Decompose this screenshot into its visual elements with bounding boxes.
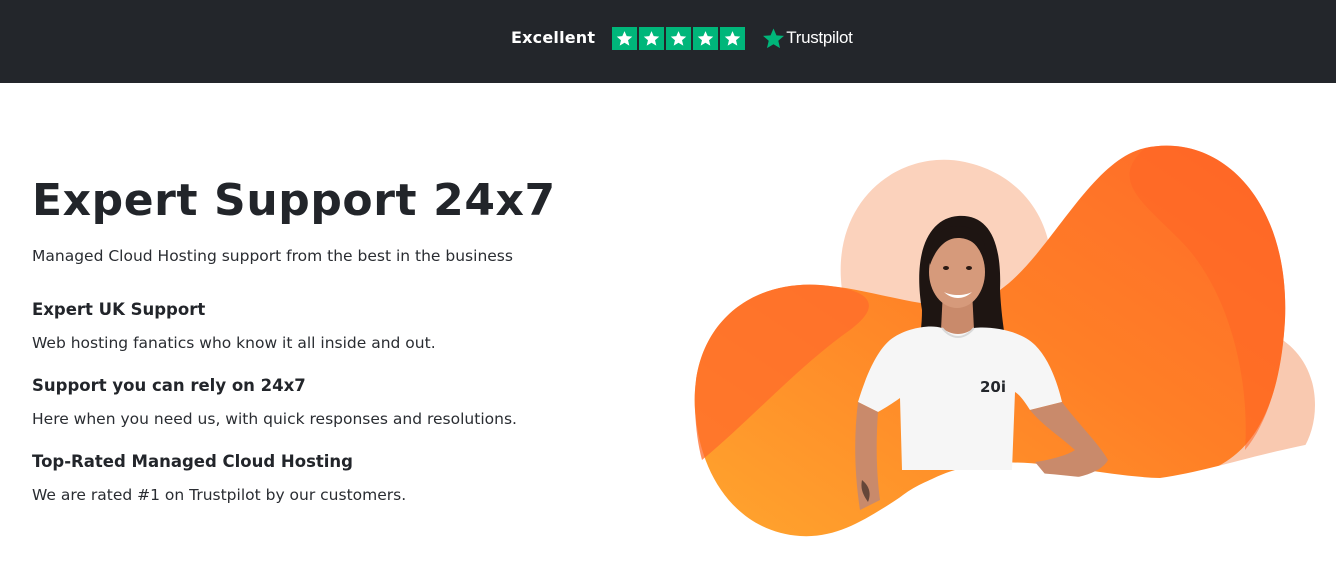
feature-item: Support you can rely on 24x7 Here when y… [32, 374, 632, 431]
feature-list: Expert UK Support Web hosting fanatics w… [32, 298, 632, 507]
trustpilot-star-icon [763, 27, 785, 48]
shirt-logo: 20i [980, 378, 1006, 396]
trustpilot-bar: Excellent Trustpilot [0, 0, 1336, 83]
feature-title: Expert UK Support [32, 300, 206, 319]
hero-content: Expert Support 24x7 Managed Cloud Hostin… [32, 170, 632, 507]
feature-item: Expert UK Support Web hosting fanatics w… [32, 298, 632, 355]
rating-label: Excellent [511, 28, 596, 47]
star-icon [720, 26, 746, 50]
feature-title: Support you can rely on 24x7 [32, 376, 306, 395]
rating-stars [612, 26, 746, 50]
feature-item: Top-Rated Managed Cloud Hosting We are r… [32, 450, 632, 507]
feature-text: We are rated #1 on Trustpilot by our cus… [32, 486, 407, 504]
star-icon [693, 26, 719, 50]
star-icon [612, 26, 638, 50]
page-subtitle: Managed Cloud Hosting support from the b… [32, 247, 513, 265]
feature-text: Web hosting fanatics who know it all ins… [32, 334, 436, 352]
trustpilot-logo[interactable]: Trustpilot [762, 26, 853, 50]
trustpilot-widget[interactable]: Excellent Trustpilot [511, 26, 853, 50]
star-icon [666, 26, 692, 50]
trustpilot-logo-text: Trustpilot [786, 28, 853, 47]
star-icon [639, 26, 665, 50]
page-title: Expert Support 24x7 [32, 175, 556, 226]
feature-text: Here when you need us, with quick respon… [32, 410, 517, 428]
feature-title: Top-Rated Managed Cloud Hosting [32, 452, 353, 471]
hero-illustration: 20i [694, 145, 1330, 545]
